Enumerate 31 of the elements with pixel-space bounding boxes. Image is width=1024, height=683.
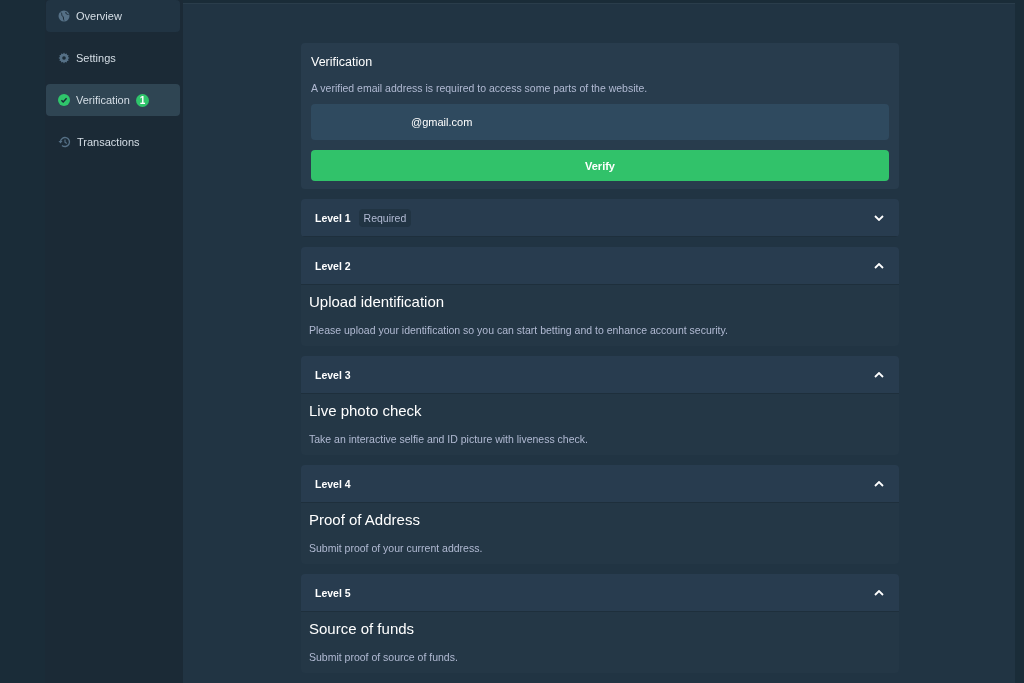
chevron-up-icon (874, 480, 884, 487)
section-heading: Proof of Address (309, 511, 421, 528)
section-heading: Live photo check (309, 402, 423, 419)
sidebar-item[interactable]: Transactions (46, 126, 180, 158)
level-header[interactable]: Level 2 (301, 247, 899, 285)
card-title: Verification (311, 55, 374, 69)
required-tag: Required (358, 208, 412, 227)
chevron-up-icon (874, 262, 884, 269)
section-heading: Source of funds (309, 620, 416, 637)
level-header[interactable]: Level 1 Required (301, 199, 899, 237)
check-circle-icon (58, 94, 70, 106)
section-heading: Upload identification (309, 293, 446, 310)
chevron-down-icon (874, 214, 884, 221)
level-header[interactable]: Level 3 (301, 356, 899, 394)
section-description: Submit proof of source of funds. (309, 651, 459, 663)
chevron-up-icon (874, 371, 884, 378)
settings-icon (58, 52, 70, 64)
globe-icon (58, 10, 70, 22)
level-header[interactable]: Level 4 (301, 465, 899, 503)
sidebar-item[interactable]: Settings (46, 42, 180, 74)
chevron-up-icon (874, 589, 884, 596)
sidebar-item[interactable]: Overview (46, 0, 180, 32)
history-icon (58, 136, 71, 148)
email-field[interactable]: @gmail.com (311, 104, 889, 140)
section-description: Please upload your identification so you can start betting and to enhance account security. (309, 324, 729, 336)
sidebar-item[interactable]: Verification 1 (46, 84, 180, 116)
level-header[interactable]: Level 5 (301, 574, 899, 612)
section-description: Take an interactive selfie and ID picture with liveness check. (309, 433, 589, 445)
description: A verified email address is required to access some parts of the website. (311, 82, 649, 94)
section-description: Submit proof of your current address. (309, 542, 484, 554)
count-badge: 1 (135, 93, 150, 107)
